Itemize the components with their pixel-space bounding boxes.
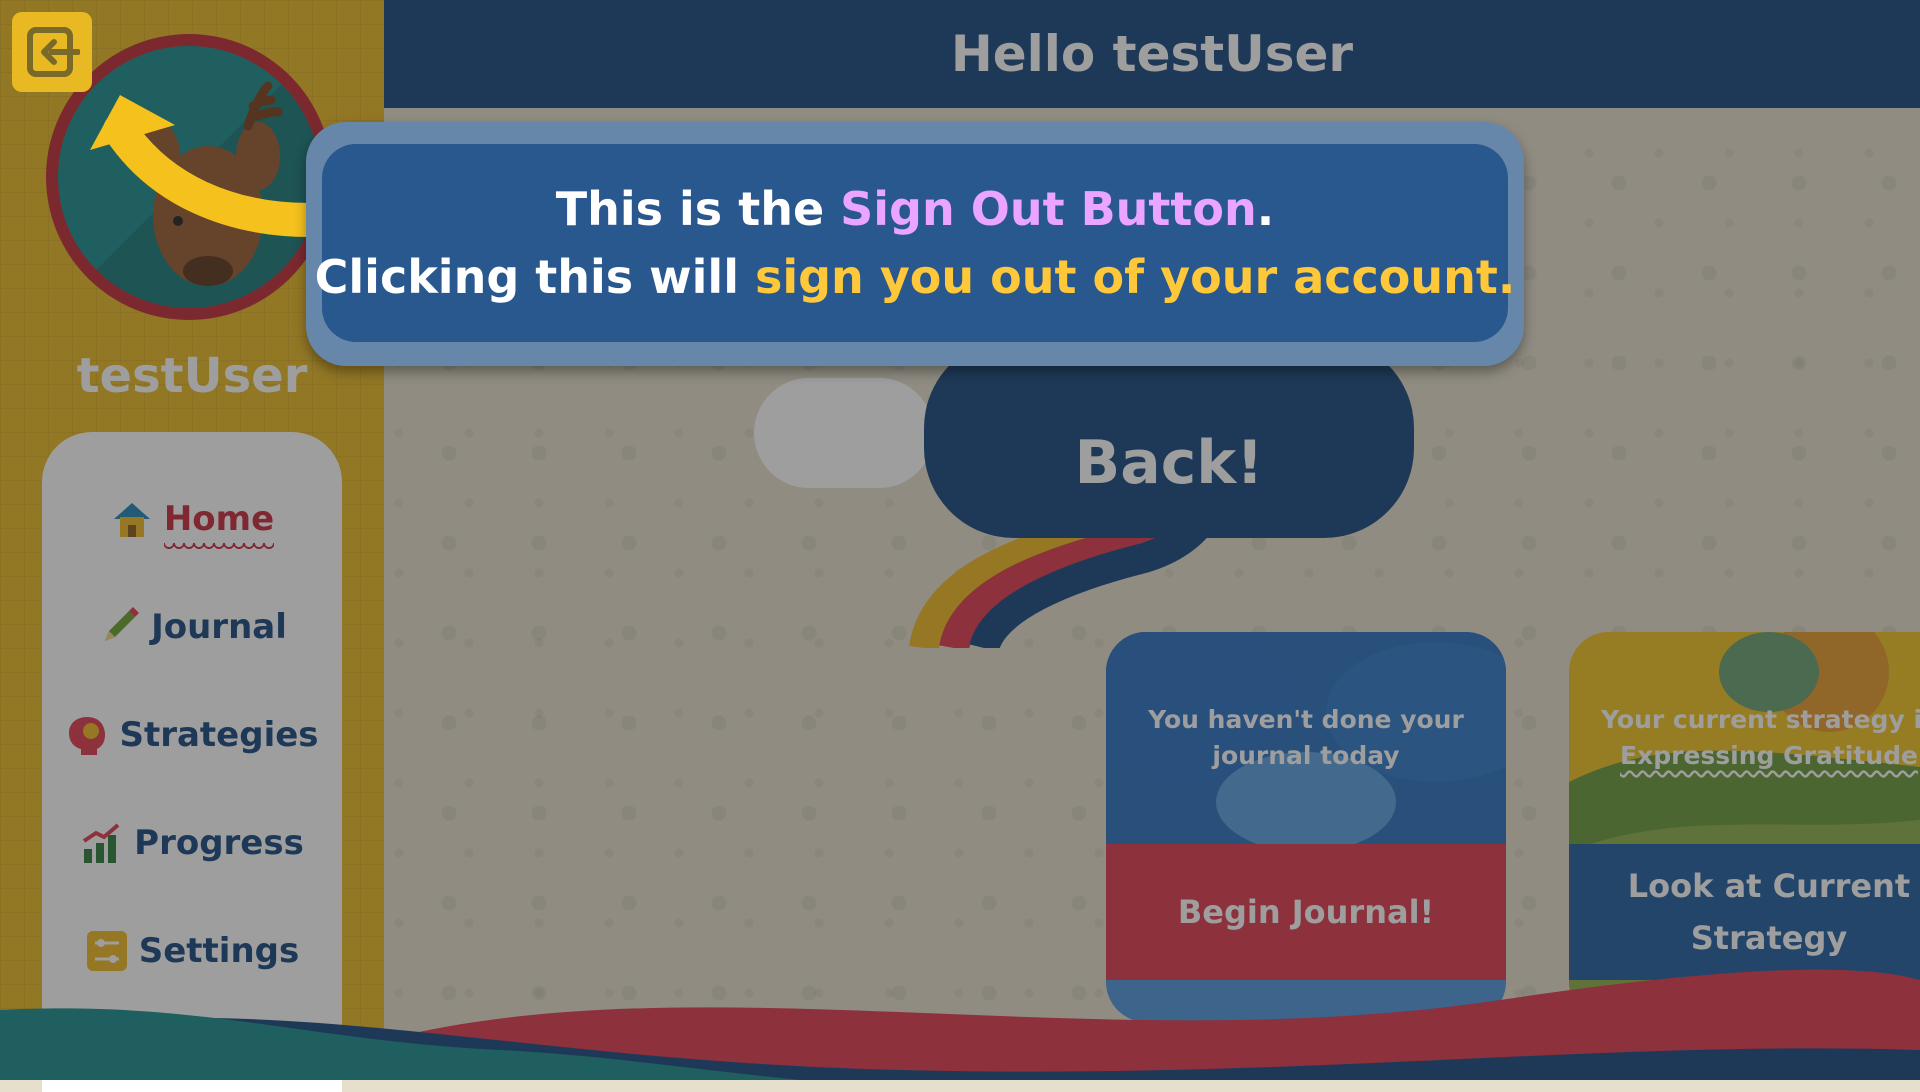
pointer-arrow-icon xyxy=(90,95,327,237)
tooltip-highlight-button-name: Sign Out Button xyxy=(840,182,1257,236)
tooltip-line-1: This is the Sign Out Button. xyxy=(556,175,1274,243)
tooltip-highlight-action: sign you out of your account. xyxy=(754,250,1516,304)
tooltip-line-2: Clicking this will sign you out of your … xyxy=(315,243,1516,311)
tooltip-text: This is the xyxy=(555,182,841,236)
tooltip-text: . xyxy=(1256,182,1275,236)
sign-out-button-highlight[interactable] xyxy=(12,12,92,92)
tutorial-tooltip: This is the Sign Out Button. Clicking th… xyxy=(306,122,1524,366)
sign-out-icon xyxy=(27,27,80,77)
tooltip-text: Clicking this will xyxy=(314,250,755,304)
